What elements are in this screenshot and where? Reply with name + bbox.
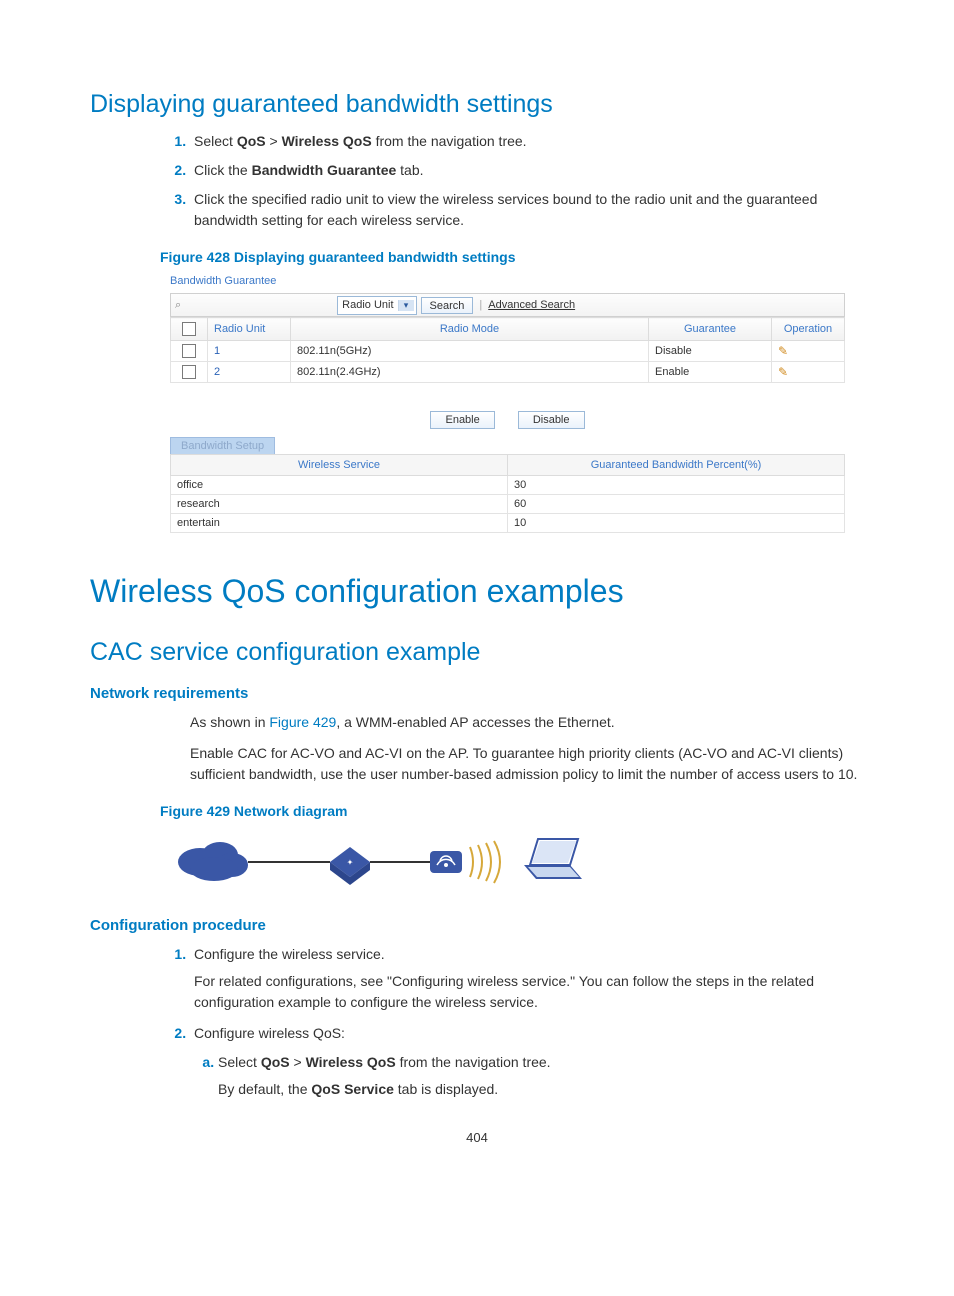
col-wireless-service: Wireless Service [171, 455, 508, 476]
switch-icon: ✦ [330, 847, 370, 885]
figure-429-network-diagram: ✦ [170, 827, 864, 897]
search-toolbar: ⌕ Radio Unit ▾ Search | Advanced Search [170, 293, 845, 317]
netreq-paragraph-1: As shown in Figure 429, a WMM-enabled AP… [190, 712, 864, 733]
figure-428: Bandwidth Guarantee ⌕ Radio Unit ▾ Searc… [170, 275, 845, 533]
step-3: Click the specified radio unit to view t… [190, 189, 864, 231]
step-2: Click the Bandwidth Guarantee tab. [190, 160, 864, 181]
edit-icon[interactable]: ✎ [778, 365, 792, 377]
select-all-checkbox[interactable] [182, 322, 196, 336]
radio-unit-link[interactable]: 1 [208, 341, 291, 362]
col-radio-unit[interactable]: Radio Unit [208, 318, 291, 341]
chevron-down-icon: ▾ [398, 300, 414, 311]
cfg-step-1: Configure the wireless service. For rela… [190, 944, 864, 1013]
cfg-step-1-note: For related configurations, see "Configu… [194, 971, 864, 1013]
laptop-icon [524, 839, 582, 879]
col-radio-mode[interactable]: Radio Mode [291, 318, 649, 341]
table-row: 2 802.11n(2.4GHz) Enable ✎ [171, 362, 845, 383]
heading-display-bandwidth: Displaying guaranteed bandwidth settings [90, 90, 864, 119]
heading-network-requirements: Network requirements [90, 685, 864, 702]
col-guarantee[interactable]: Guarantee [649, 318, 772, 341]
row-checkbox[interactable] [182, 365, 196, 379]
heading-wireless-qos-examples: Wireless QoS configuration examples [90, 573, 864, 610]
search-input[interactable] [187, 296, 333, 314]
tab-bandwidth-setup[interactable]: Bandwidth Setup [170, 437, 275, 454]
figure-429-caption: Figure 429 Network diagram [160, 803, 864, 819]
config-procedure-steps: Configure the wireless service. For rela… [160, 944, 864, 1100]
svg-text:✦: ✦ [347, 858, 354, 867]
search-field-dropdown[interactable]: Radio Unit ▾ [337, 296, 416, 315]
cfg-step-2a: Select QoS > Wireless QoS from the navig… [218, 1052, 864, 1100]
tab-bandwidth-guarantee[interactable]: Bandwidth Guarantee [170, 275, 845, 287]
figure-429-link[interactable]: Figure 429 [269, 714, 336, 730]
table-row: office 30 [171, 476, 845, 495]
heading-config-procedure: Configuration procedure [90, 917, 864, 934]
wireless-waves-icon [470, 841, 500, 883]
cfg-step-2a-note: By default, the QoS Service tab is displ… [218, 1079, 864, 1100]
disable-button[interactable]: Disable [518, 411, 585, 429]
row-checkbox[interactable] [182, 344, 196, 358]
col-operation[interactable]: Operation [772, 318, 845, 341]
col-bandwidth-percent: Guaranteed Bandwidth Percent(%) [508, 455, 845, 476]
enable-button[interactable]: Enable [430, 411, 494, 429]
steps-display-bandwidth: Select QoS > Wireless QoS from the navig… [160, 131, 864, 231]
bandwidth-setup-grid: Wireless Service Guaranteed Bandwidth Pe… [170, 454, 845, 533]
access-point-icon [430, 851, 462, 873]
radio-grid: Radio Unit Radio Mode Guarantee Operatio… [170, 317, 845, 383]
step-1: Select QoS > Wireless QoS from the navig… [190, 131, 864, 152]
search-icon: ⌕ [175, 299, 181, 312]
cfg-step-2: Configure wireless QoS: Select QoS > Wir… [190, 1023, 864, 1100]
heading-cac-example: CAC service configuration example [90, 638, 864, 667]
advanced-search-link[interactable]: Advanced Search [488, 299, 575, 311]
cloud-icon [178, 842, 248, 881]
page-number: 404 [90, 1130, 864, 1145]
table-row: research 60 [171, 495, 845, 514]
table-row: entertain 10 [171, 514, 845, 533]
radio-unit-link[interactable]: 2 [208, 362, 291, 383]
edit-icon[interactable]: ✎ [778, 344, 792, 356]
netreq-paragraph-2: Enable CAC for AC-VO and AC-VI on the AP… [190, 743, 864, 785]
table-row: 1 802.11n(5GHz) Disable ✎ [171, 341, 845, 362]
search-button[interactable]: Search [421, 297, 474, 314]
figure-428-caption: Figure 428 Displaying guaranteed bandwid… [160, 249, 864, 265]
